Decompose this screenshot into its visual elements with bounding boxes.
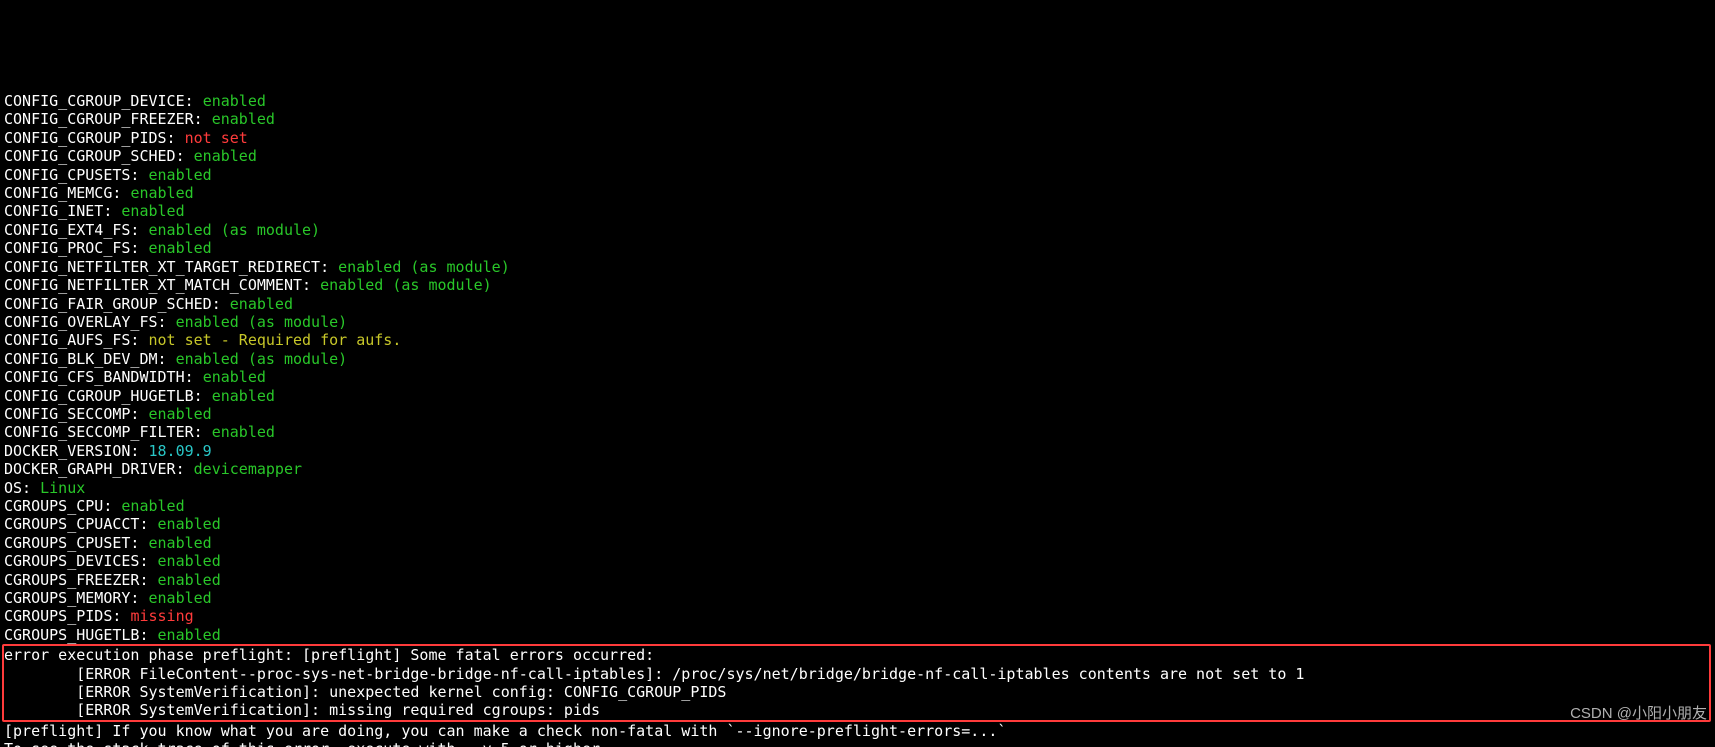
config-key: CONFIG_CGROUP_HUGETLB: [4,387,212,405]
config-value: devicemapper [194,460,302,478]
error-line: [ERROR FileContent--proc-sys-net-bridge-… [4,665,1709,683]
error-highlight-box: error execution phase preflight: [prefli… [2,644,1711,722]
config-value: enabled [149,589,212,607]
config-line: CONFIG_CPUSETS: enabled [4,166,1711,184]
config-line: DOCKER_GRAPH_DRIVER: devicemapper [4,460,1711,478]
config-value: enabled [212,110,275,128]
config-line: CGROUPS_PIDS: missing [4,607,1711,625]
config-value: enabled [149,166,212,184]
config-line: CONFIG_CGROUP_HUGETLB: enabled [4,387,1711,405]
config-line: CONFIG_NETFILTER_XT_TARGET_REDIRECT: ena… [4,258,1711,276]
config-value: enabled [230,295,293,313]
config-value: missing [130,607,193,625]
config-key: CONFIG_NETFILTER_XT_TARGET_REDIRECT: [4,258,338,276]
config-key: CGROUPS_CPUSET: [4,534,149,552]
config-value: enabled [158,626,221,644]
config-value: enabled [149,405,212,423]
config-value: enabled [158,552,221,570]
config-key: CONFIG_EXT4_FS: [4,221,149,239]
config-key: DOCKER_GRAPH_DRIVER: [4,460,194,478]
config-line: CONFIG_EXT4_FS: enabled (as module) [4,221,1711,239]
config-value: enabled [149,534,212,552]
config-value: enabled [203,368,266,386]
config-line: CONFIG_SECCOMP: enabled [4,405,1711,423]
error-line: error execution phase preflight: [prefli… [4,646,1709,664]
config-key: CONFIG_OVERLAY_FS: [4,313,176,331]
config-value: enabled [121,497,184,515]
config-value: enabled [158,515,221,533]
config-value: enabled [158,571,221,589]
config-line: CGROUPS_CPUACCT: enabled [4,515,1711,533]
terminal-output: CONFIG_CGROUP_DEVICE: enabledCONFIG_CGRO… [0,92,1715,747]
config-value: Linux [40,479,85,497]
config-key: CGROUPS_MEMORY: [4,589,149,607]
config-line: CONFIG_CGROUP_SCHED: enabled [4,147,1711,165]
config-value: enabled (as module) [176,313,348,331]
config-line: CGROUPS_MEMORY: enabled [4,589,1711,607]
config-key: CGROUPS_CPU: [4,497,121,515]
error-line: [ERROR SystemVerification]: missing requ… [4,701,1709,719]
config-line: CGROUPS_CPU: enabled [4,497,1711,515]
config-line: CONFIG_CGROUP_DEVICE: enabled [4,92,1711,110]
config-line: CONFIG_OVERLAY_FS: enabled (as module) [4,313,1711,331]
config-line: CONFIG_AUFS_FS: not set - Required for a… [4,331,1711,349]
config-line: CONFIG_INET: enabled [4,202,1711,220]
hint-line: To see the stack trace of this error, ex… [4,740,1711,747]
config-key: CONFIG_CFS_BANDWIDTH: [4,368,203,386]
config-key: CONFIG_CGROUP_SCHED: [4,147,194,165]
config-key: CONFIG_CPUSETS: [4,166,149,184]
config-line: CONFIG_BLK_DEV_DM: enabled (as module) [4,350,1711,368]
config-key: CONFIG_MEMCG: [4,184,130,202]
config-value: enabled [149,239,212,257]
config-value: 18.09.9 [149,442,212,460]
config-value: not set [185,129,248,147]
config-key: CGROUPS_HUGETLB: [4,626,158,644]
config-key: OS: [4,479,40,497]
config-key: CONFIG_FAIR_GROUP_SCHED: [4,295,230,313]
config-value: enabled (as module) [176,350,348,368]
config-line: CGROUPS_DEVICES: enabled [4,552,1711,570]
config-key: CONFIG_CGROUP_FREEZER: [4,110,212,128]
config-value: enabled [212,423,275,441]
config-line: CONFIG_CFS_BANDWIDTH: enabled [4,368,1711,386]
config-value: enabled [212,387,275,405]
config-line: CONFIG_NETFILTER_XT_MATCH_COMMENT: enabl… [4,276,1711,294]
config-value: enabled [194,147,257,165]
config-key: CGROUPS_CPUACCT: [4,515,158,533]
config-value: enabled (as module) [149,221,321,239]
config-value: enabled [203,92,266,110]
config-line: CONFIG_SECCOMP_FILTER: enabled [4,423,1711,441]
hint-line: [preflight] If you know what you are doi… [4,722,1711,740]
config-value: enabled [121,202,184,220]
config-line: CGROUPS_CPUSET: enabled [4,534,1711,552]
config-key: DOCKER_VERSION: [4,442,149,460]
config-value: enabled (as module) [338,258,510,276]
config-key: CONFIG_BLK_DEV_DM: [4,350,176,368]
config-value: enabled [130,184,193,202]
config-line: OS: Linux [4,479,1711,497]
config-key: CGROUPS_PIDS: [4,607,130,625]
config-line: CONFIG_MEMCG: enabled [4,184,1711,202]
config-value: not set - Required for aufs. [149,331,402,349]
config-value: enabled (as module) [320,276,492,294]
config-line: CONFIG_PROC_FS: enabled [4,239,1711,257]
config-key: CONFIG_PROC_FS: [4,239,149,257]
config-line: DOCKER_VERSION: 18.09.9 [4,442,1711,460]
config-line: CGROUPS_HUGETLB: enabled [4,626,1711,644]
config-key: CONFIG_NETFILTER_XT_MATCH_COMMENT: [4,276,320,294]
error-line: [ERROR SystemVerification]: unexpected k… [4,683,1709,701]
config-key: CGROUPS_DEVICES: [4,552,158,570]
config-line: CGROUPS_FREEZER: enabled [4,571,1711,589]
config-line: CONFIG_FAIR_GROUP_SCHED: enabled [4,295,1711,313]
config-line: CONFIG_CGROUP_PIDS: not set [4,129,1711,147]
config-key: CONFIG_AUFS_FS: [4,331,149,349]
config-key: CONFIG_SECCOMP: [4,405,149,423]
config-key: CONFIG_SECCOMP_FILTER: [4,423,212,441]
config-line: CONFIG_CGROUP_FREEZER: enabled [4,110,1711,128]
config-key: CONFIG_CGROUP_PIDS: [4,129,185,147]
config-key: CONFIG_INET: [4,202,121,220]
config-key: CGROUPS_FREEZER: [4,571,158,589]
config-key: CONFIG_CGROUP_DEVICE: [4,92,203,110]
